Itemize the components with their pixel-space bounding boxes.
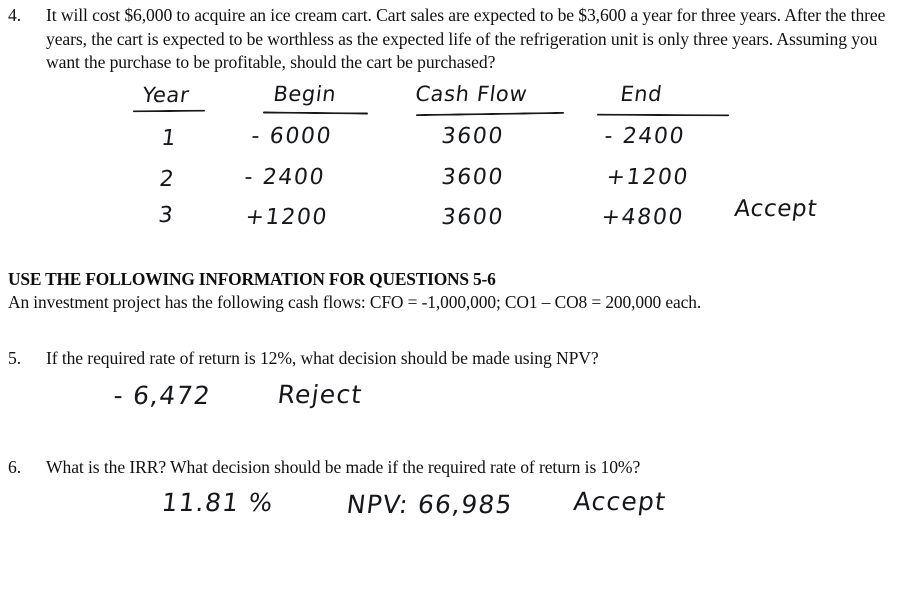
question-5: 5. If the required rate of return is 12%… (8, 347, 898, 371)
question-5-text: If the required rate of return is 12%, w… (46, 348, 599, 368)
question-4: 4. It will cost $6,000 to acquire an ice… (8, 4, 908, 75)
question-5-number: 5. (8, 348, 21, 368)
question-6-text: What is the IRR? What decision should be… (46, 457, 641, 477)
answer-q6-decision: Accept (572, 487, 668, 516)
table-cell-year: 1 (160, 126, 178, 151)
table-cell-end: +1200 (605, 165, 691, 190)
answer-q5-npv-value: - 6,472 (112, 381, 213, 410)
answer-q6-irr-value: 11.81 % (160, 488, 276, 517)
table-header-year: Year (141, 83, 191, 107)
table-header-cash-flow: Cash Flow (414, 82, 529, 106)
table-header-end: End (619, 82, 664, 106)
table-cell-year: 2 (158, 167, 176, 192)
answer-q5-decision: Reject (276, 380, 365, 409)
table-cell-begin: +1200 (244, 205, 330, 230)
table-cell-year: 3 (157, 203, 175, 228)
table-header-year-underline (132, 109, 206, 113)
question-6-number: 6. (8, 457, 21, 477)
table-cell-cash-flow: 3600 (440, 124, 506, 149)
question-6: 6. What is the IRR? What decision should… (8, 456, 898, 480)
question-4-text: It will cost $6,000 to acquire an ice cr… (46, 5, 886, 72)
section-header-title: USE THE FOLLOWING INFORMATION FOR QUESTI… (8, 269, 496, 289)
table-cell-end: - 2400 (603, 124, 687, 149)
table-cell-decision-note: Accept (733, 196, 819, 222)
answer-q6-npv-value: NPV: 66,985 (345, 490, 515, 519)
section-header-subtitle: An investment project has the following … (8, 292, 702, 312)
table-header-cash-flow-underline (415, 111, 565, 117)
table-header-end-underline (596, 113, 730, 117)
table-cell-cash-flow: 3600 (440, 205, 506, 230)
table-cell-begin: - 2400 (243, 165, 327, 190)
table-header-begin: Begin (272, 82, 338, 106)
table-cell-begin: - 6000 (250, 124, 334, 149)
table-header-begin-underline (262, 111, 369, 115)
table-cell-cash-flow: 3600 (440, 165, 506, 190)
table-cell-end: +4800 (600, 205, 686, 230)
question-4-number: 4. (8, 5, 21, 25)
worksheet-page: 4. It will cost $6,000 to acquire an ice… (0, 0, 915, 590)
